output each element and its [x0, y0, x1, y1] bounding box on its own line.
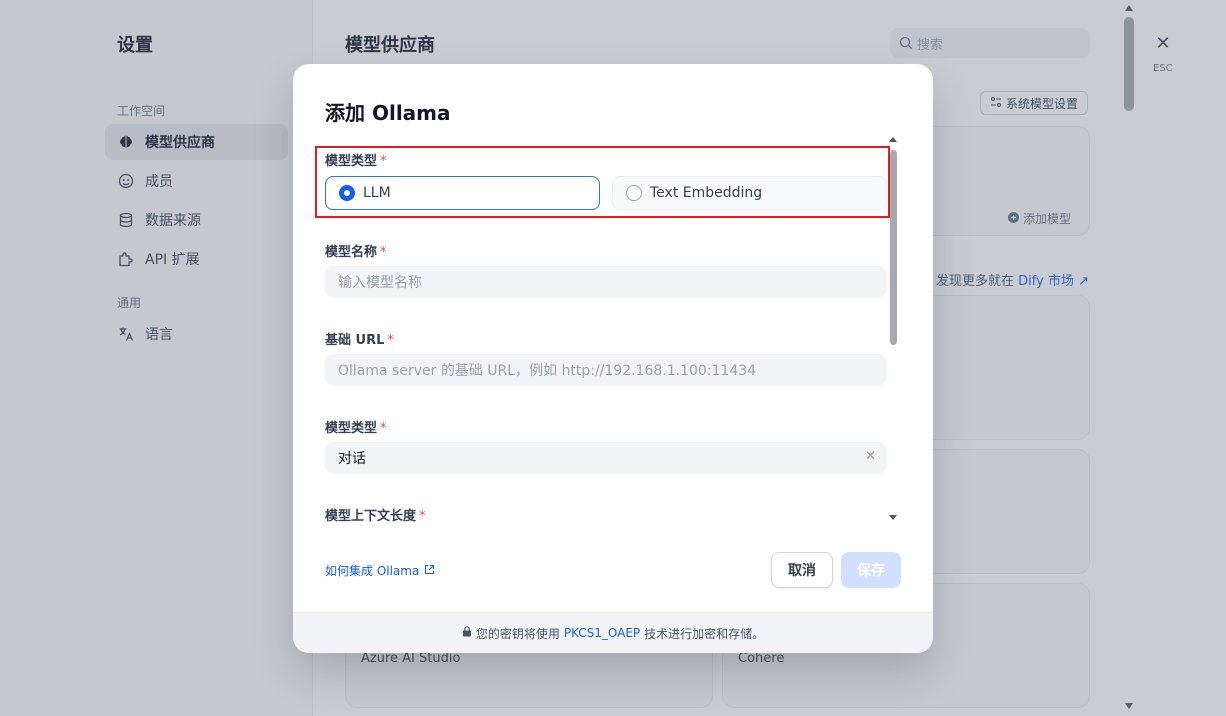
notice-highlight[interactable]: PKCS1_OAEP: [564, 626, 640, 640]
cancel-button[interactable]: 取消: [771, 552, 833, 588]
field-label-text: 模型上下文长度: [325, 509, 417, 524]
radio-text-embedding[interactable]: Text Embedding: [612, 176, 887, 210]
field-label-text: 基础 URL: [325, 333, 385, 348]
radio-unchecked-icon: [626, 185, 642, 201]
required-mark: *: [380, 154, 387, 169]
form-scroll-down-arrow[interactable]: [889, 515, 897, 520]
radio-label: LLM: [363, 185, 391, 201]
form-scrollbar[interactable]: [890, 150, 897, 345]
input-placeholder: Ollama server 的基础 URL，例如 http://192.168.…: [338, 363, 757, 379]
field-label-text: 模型类型: [325, 421, 378, 436]
model-name-label: 模型名称 *: [325, 241, 387, 260]
radio-label: Text Embedding: [650, 185, 763, 201]
dialog-title: 添加 Ollama: [325, 101, 451, 125]
completion-mode-select[interactable]: 对话 ✕: [325, 442, 886, 474]
required-mark: *: [380, 245, 387, 260]
context-size-label: 模型上下文长度 *: [325, 505, 426, 524]
radio-checked-icon: [339, 185, 355, 201]
field-label-text: 模型类型: [325, 154, 378, 169]
required-mark: *: [419, 509, 426, 524]
encryption-notice: 您的密钥将使用 PKCS1_OAEP 技术进行加密和存储。: [293, 612, 933, 653]
base-url-input[interactable]: Ollama server 的基础 URL，例如 http://192.168.…: [325, 354, 886, 386]
ollama-help-link[interactable]: 如何集成 Ollama: [325, 562, 435, 579]
form-scroll-up-arrow[interactable]: [889, 137, 897, 142]
help-link-label: 如何集成 Ollama: [325, 564, 420, 578]
field-label-text: 模型名称: [325, 245, 378, 260]
external-link-icon: [424, 564, 435, 578]
model-name-input[interactable]: 输入模型名称: [325, 266, 886, 298]
radio-llm[interactable]: LLM: [325, 176, 600, 210]
input-placeholder: 输入模型名称: [338, 275, 422, 291]
notice-prefix: 您的密钥将使用: [475, 626, 560, 641]
notice-suffix: 技术进行加密和存储。: [644, 626, 765, 641]
select-value: 对话: [338, 451, 366, 467]
required-mark: *: [387, 333, 394, 348]
completion-mode-label: 模型类型 *: [325, 417, 387, 436]
save-button[interactable]: 保存: [841, 552, 901, 588]
lock-icon: [462, 626, 472, 640]
base-url-label: 基础 URL *: [325, 329, 394, 348]
model-kind-label: 模型类型 *: [325, 150, 387, 169]
add-ollama-dialog: 添加 Ollama 模型类型 * LLM Text Embedding 模型名称 *…: [293, 64, 933, 653]
clear-icon[interactable]: ✕: [865, 449, 876, 464]
required-mark: *: [380, 421, 387, 436]
